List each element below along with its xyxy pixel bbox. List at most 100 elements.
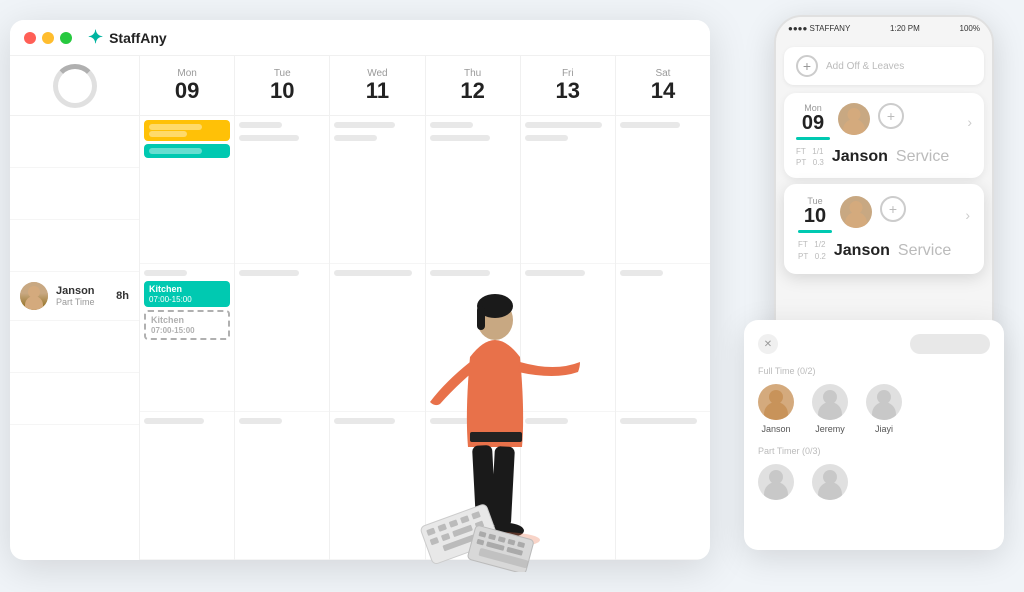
sidebar-empty-row-3: [10, 220, 139, 272]
traffic-lights: [24, 32, 72, 44]
day-num-wed: 11: [366, 79, 389, 103]
employee-row: Janson Part Time 8h: [10, 272, 139, 321]
placeholder-bar: [525, 270, 585, 276]
logo-icon: ✦: [88, 27, 103, 48]
cal-cell-tue-3: [235, 412, 329, 560]
cal-header-sat: Sat 14: [616, 56, 710, 116]
card-date-tue: Tue 10: [798, 196, 832, 233]
avatar-name-jiayi: Jiayi: [875, 424, 893, 434]
placeholder-bar: [239, 418, 282, 424]
employee-item-pt1[interactable]: [758, 464, 794, 500]
avatar-name-jeremy: Jeremy: [815, 424, 845, 434]
day-num-fri: 13: [556, 79, 580, 103]
calendar-col-tue: Tue 10: [235, 56, 330, 560]
sidebar-empty-row-4: [10, 321, 139, 373]
day-num-mon: 09: [175, 79, 199, 103]
add-off-label: Add Off & Leaves: [826, 61, 904, 72]
full-time-avatars: Janson Jeremy Jiayi: [758, 384, 990, 434]
keyboard-illustration: [420, 492, 540, 572]
avatar-janson: [758, 384, 794, 420]
cal-cell-mon-1: [140, 116, 234, 264]
tablet-pill: [910, 334, 990, 354]
avatar-pt1: [758, 464, 794, 500]
add-off-bar[interactable]: + Add Off & Leaves: [784, 47, 984, 85]
avatar-pt2: [812, 464, 848, 500]
card-top-mon: Mon 09 + ›: [796, 103, 972, 140]
employee-item-janson[interactable]: Janson: [758, 384, 794, 434]
employee-hours: 8h: [116, 290, 129, 302]
shift-chip-teal[interactable]: [144, 144, 230, 158]
battery-text: 100%: [960, 24, 980, 33]
maximize-button[interactable]: [60, 32, 72, 44]
placeholder-bar: [525, 135, 568, 141]
employee-item-jiayi[interactable]: Jiayi: [866, 384, 902, 434]
phone-content: + Add Off & Leaves Mon 09 + › FT 1/1 PT …: [776, 47, 992, 274]
shift-chip-dashed[interactable]: Kitchen07:00-15:00: [144, 310, 230, 340]
cal-cell-sat-3: [616, 412, 710, 560]
tablet-top-row: ✕: [758, 334, 990, 354]
day-num-sat: 14: [651, 79, 675, 103]
calendar-col-sat: Sat 14: [616, 56, 710, 560]
card-service-tue: Service: [898, 242, 951, 260]
chevron-right-icon-tue[interactable]: ›: [965, 207, 970, 223]
status-bar: ●●●● STAFFANY 1:20 PM 100%: [776, 17, 992, 39]
avatar-figure: [20, 282, 48, 310]
part-time-avatars: [758, 464, 990, 500]
card-service-mon: Service: [896, 148, 949, 166]
placeholder-bar: [334, 135, 377, 141]
cal-cell-sat-1: [616, 116, 710, 264]
placeholder-bar: [430, 135, 490, 141]
sidebar-empty-row-5: [10, 373, 139, 425]
shift-chip-kitchen[interactable]: Kitchen07:00-15:00: [144, 281, 230, 307]
shift-chip-yellow[interactable]: [144, 120, 230, 141]
cal-cell-wed-1: [330, 116, 424, 264]
time-text: 1:20 PM: [890, 24, 920, 33]
card-top-tue: Tue 10 + ›: [798, 196, 970, 233]
placeholder-bar: [430, 270, 490, 276]
cal-header-thu: Thu 12: [426, 56, 520, 116]
card-plus-tue[interactable]: +: [880, 196, 906, 222]
card-avatar-tue: [840, 196, 872, 228]
cal-cell-mon-3: [140, 412, 234, 560]
employee-type: Part Time: [56, 297, 95, 307]
avatar-jiayi: [866, 384, 902, 420]
schedule-card-tue[interactable]: Tue 10 + › FT 1/2 PT 0.2 Janson Service: [784, 184, 984, 273]
sidebar-empty-row-2: [10, 168, 139, 220]
card-dot-line-mon: [796, 137, 830, 140]
tablet-panel: ✕ Full Time (0/2) Janson Jeremy Jiayi Pa…: [744, 320, 1004, 550]
cal-header-mon: Mon 09: [140, 56, 234, 116]
sidebar-column: Janson Part Time 8h: [10, 56, 140, 560]
placeholder-bar: [334, 270, 412, 276]
schedule-card-mon[interactable]: Mon 09 + › FT 1/1 PT 0.3 Janson Service: [784, 93, 984, 178]
placeholder-bar: [430, 122, 473, 128]
cal-header-fri: Fri 13: [521, 56, 615, 116]
placeholder-bar: [525, 122, 603, 128]
cal-cell-tue-2: [235, 264, 329, 412]
close-icon[interactable]: ✕: [758, 334, 778, 354]
placeholder-bar: [144, 270, 187, 276]
cal-cell-fri-1: [521, 116, 615, 264]
calendar-col-mon: Mon 09 Kitchen07:00-15:00 Kitchen07:00-1…: [140, 56, 235, 560]
part-time-label: Part Timer (0/3): [758, 446, 990, 456]
card-plus-mon[interactable]: +: [878, 103, 904, 129]
signal-text: ●●●● STAFFANY: [788, 24, 850, 33]
day-num-thu: 12: [460, 79, 484, 103]
cal-cell-sat-2: [616, 264, 710, 412]
card-day-num-mon: 09: [802, 113, 824, 133]
placeholder-bar: [239, 122, 282, 128]
minimize-button[interactable]: [42, 32, 54, 44]
chevron-right-icon-mon[interactable]: ›: [967, 114, 972, 130]
day-num-tue: 10: [270, 79, 294, 103]
employee-info: Janson Part Time: [56, 285, 95, 307]
placeholder-bar: [239, 270, 299, 276]
card-bottom-mon: FT 1/1 PT 0.3 Janson Service: [796, 146, 972, 168]
placeholder-bar: [144, 418, 204, 424]
close-button[interactable]: [24, 32, 36, 44]
card-dot-line-tue: [798, 230, 832, 233]
calendar-area: Janson Part Time 8h Mon: [10, 56, 710, 560]
placeholder-bar: [620, 418, 698, 424]
donut-chart: [53, 64, 97, 108]
employee-item-pt2[interactable]: [812, 464, 848, 500]
employee-item-jeremy[interactable]: Jeremy: [812, 384, 848, 434]
placeholder-bar: [620, 122, 680, 128]
